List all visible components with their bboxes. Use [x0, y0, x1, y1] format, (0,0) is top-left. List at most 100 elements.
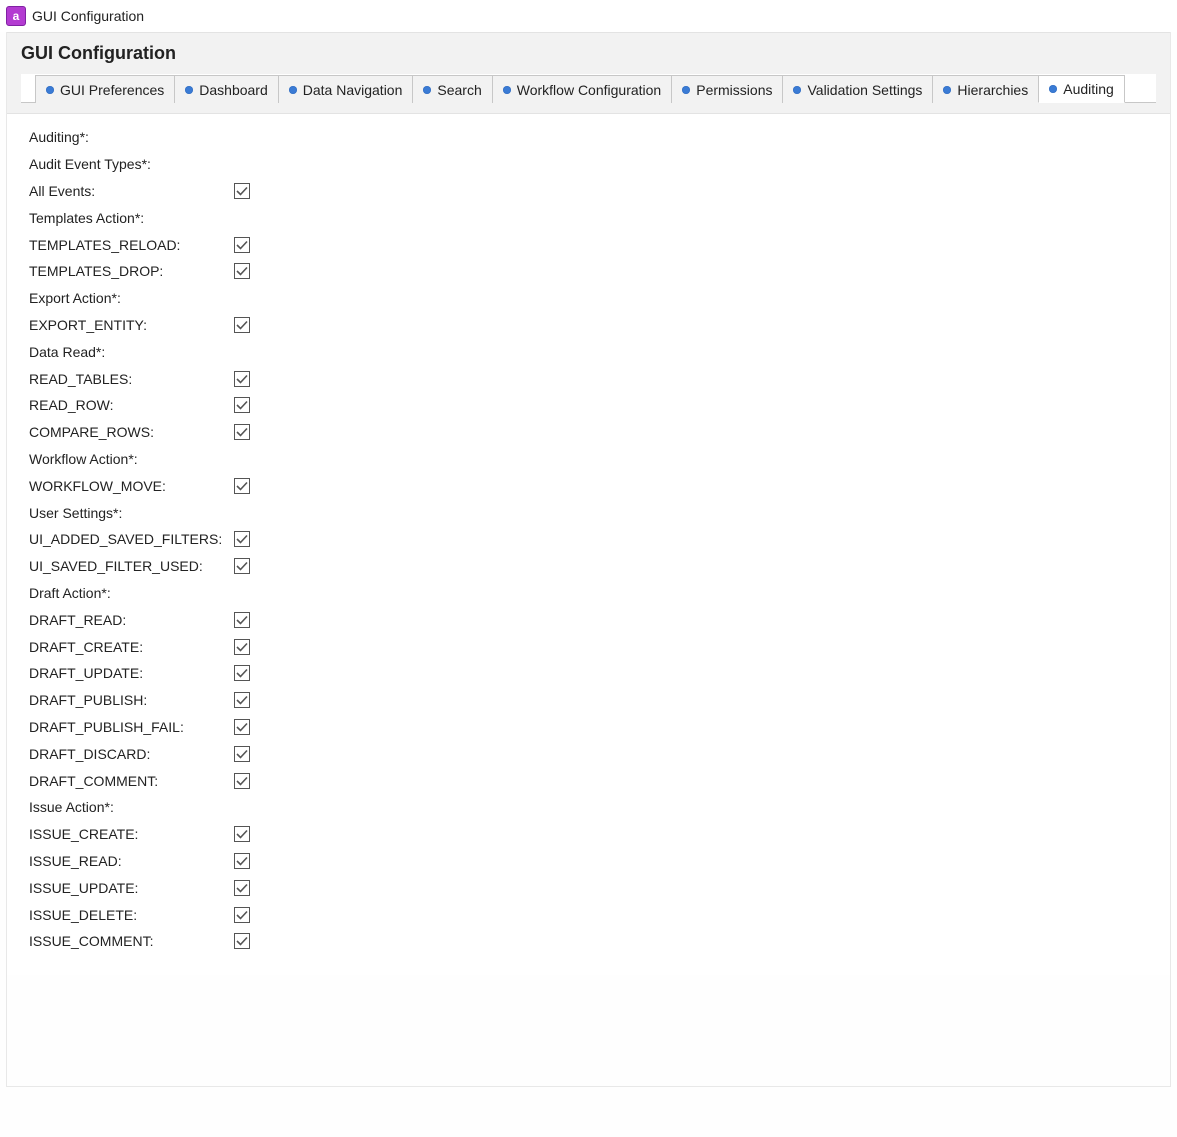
form-content: Auditing*: Audit Event Types*: All Events:… [7, 114, 1170, 975]
tab-dot-icon [423, 86, 431, 94]
checkbox-row-ui-added-saved-filters: UI_ADDED_SAVED_FILTERS: [29, 526, 1148, 553]
tab-gui-preferences[interactable]: GUI Preferences [35, 75, 175, 103]
checkbox-row-draft-publish: DRAFT_PUBLISH: [29, 687, 1148, 714]
checkbox-row-templates-reload: TEMPLATES_RELOAD: [29, 231, 1148, 258]
header-band: GUI Configuration GUI PreferencesDashboa… [7, 32, 1170, 114]
tab-permissions[interactable]: Permissions [671, 75, 783, 103]
checkbox-row-draft-update: DRAFT_UPDATE: [29, 660, 1148, 687]
section-label-row: Workflow Action*: [29, 446, 1148, 473]
checkbox-templates-reload[interactable] [234, 237, 250, 253]
tab-label: GUI Preferences [60, 82, 164, 98]
tab-label: Permissions [696, 82, 772, 98]
checkbox-row-compare-rows: COMPARE_ROWS: [29, 419, 1148, 446]
checkbox-row-ui-saved-filter-used: UI_SAVED_FILTER_USED: [29, 553, 1148, 580]
field-label: TEMPLATES_DROP: [29, 263, 234, 279]
field-label: READ_ROW: [29, 397, 234, 413]
tab-label: Workflow Configuration [517, 82, 661, 98]
section-label-row: Audit Event Types*: [29, 151, 1148, 178]
checkbox-compare-rows[interactable] [234, 424, 250, 440]
section-label-row: Auditing*: [29, 124, 1148, 151]
checkbox-row-draft-read: DRAFT_READ: [29, 606, 1148, 633]
tab-dot-icon [289, 86, 297, 94]
checkbox-row-read-row: READ_ROW: [29, 392, 1148, 419]
tab-data-navigation[interactable]: Data Navigation [278, 75, 414, 103]
checkbox-row-draft-create: DRAFT_CREATE: [29, 633, 1148, 660]
section-label: Workflow Action*: [29, 451, 234, 467]
section-label-row: Issue Action*: [29, 794, 1148, 821]
tab-label: Auditing [1063, 81, 1114, 97]
checkbox-issue-update[interactable] [234, 880, 250, 896]
checkbox-draft-publish[interactable] [234, 692, 250, 708]
section-label: Audit Event Types*: [29, 156, 234, 172]
tab-dot-icon [943, 86, 951, 94]
tab-workflow-configuration[interactable]: Workflow Configuration [492, 75, 672, 103]
checkbox-row-export-entity: EXPORT_ENTITY: [29, 312, 1148, 339]
checkbox-row-issue-update: ISSUE_UPDATE: [29, 874, 1148, 901]
tab-label: Dashboard [199, 82, 268, 98]
tab-label: Hierarchies [957, 82, 1028, 98]
section-label: Templates Action*: [29, 210, 234, 226]
section-label-row: User Settings*: [29, 499, 1148, 526]
field-label: UI_ADDED_SAVED_FILTERS: [29, 531, 234, 547]
checkbox-draft-discard[interactable] [234, 746, 250, 762]
checkbox-ui-added-saved-filters[interactable] [234, 531, 250, 547]
checkbox-draft-create[interactable] [234, 639, 250, 655]
checkbox-draft-publish-fail[interactable] [234, 719, 250, 735]
checkbox-row-draft-discard: DRAFT_DISCARD: [29, 740, 1148, 767]
checkbox-row-workflow-move: WORKFLOW_MOVE: [29, 472, 1148, 499]
section-label: User Settings*: [29, 505, 234, 521]
tab-auditing[interactable]: Auditing [1038, 75, 1125, 103]
field-label: DRAFT_DISCARD: [29, 746, 234, 762]
tab-dot-icon [503, 86, 511, 94]
checkbox-read-row[interactable] [234, 397, 250, 413]
checkbox-templates-drop[interactable] [234, 263, 250, 279]
checkbox-row-templates-drop: TEMPLATES_DROP: [29, 258, 1148, 285]
tab-dot-icon [682, 86, 690, 94]
field-label: ISSUE_CREATE: [29, 826, 234, 842]
field-label: READ_TABLES: [29, 371, 234, 387]
tab-label: Validation Settings [807, 82, 922, 98]
tab-validation-settings[interactable]: Validation Settings [782, 75, 933, 103]
tab-dot-icon [793, 86, 801, 94]
section-label-row: Draft Action*: [29, 580, 1148, 607]
field-label: WORKFLOW_MOVE: [29, 478, 234, 494]
checkbox-draft-update[interactable] [234, 665, 250, 681]
tab-dot-icon [46, 86, 54, 94]
window-title: GUI Configuration [32, 8, 144, 24]
section-label-row: Export Action*: [29, 285, 1148, 312]
tab-hierarchies[interactable]: Hierarchies [932, 75, 1039, 103]
checkbox-all-events[interactable] [234, 183, 250, 199]
checkbox-issue-delete[interactable] [234, 907, 250, 923]
checkbox-issue-read[interactable] [234, 853, 250, 869]
checkbox-issue-comment[interactable] [234, 933, 250, 949]
field-label: All Events: [29, 183, 234, 199]
checkbox-draft-read[interactable] [234, 612, 250, 628]
field-label: DRAFT_READ: [29, 612, 234, 628]
checkbox-draft-comment[interactable] [234, 773, 250, 789]
field-label: UI_SAVED_FILTER_USED: [29, 558, 234, 574]
main-panel: GUI Configuration GUI PreferencesDashboa… [6, 32, 1171, 1087]
field-label: ISSUE_UPDATE: [29, 880, 234, 896]
section-label: Data Read*: [29, 344, 234, 360]
tab-search[interactable]: Search [412, 75, 492, 103]
section-label: Draft Action*: [29, 585, 234, 601]
field-label: DRAFT_CREATE: [29, 639, 234, 655]
tab-dashboard[interactable]: Dashboard [174, 75, 279, 103]
checkbox-row-issue-read: ISSUE_READ: [29, 848, 1148, 875]
field-label: TEMPLATES_RELOAD: [29, 237, 234, 253]
checkbox-row-issue-create: ISSUE_CREATE: [29, 821, 1148, 848]
tab-row: GUI Preferences Dashboard Data NavigationS… [21, 74, 1156, 103]
section-label: Issue Action*: [29, 799, 234, 815]
section-label: Export Action*: [29, 290, 234, 306]
checkbox-ui-saved-filter-used[interactable] [234, 558, 250, 574]
app-icon: a [6, 6, 26, 26]
field-label: DRAFT_UPDATE: [29, 665, 234, 681]
checkbox-workflow-move[interactable] [234, 478, 250, 494]
checkbox-read-tables[interactable] [234, 371, 250, 387]
checkbox-issue-create[interactable] [234, 826, 250, 842]
section-label: Auditing*: [29, 129, 234, 145]
checkbox-export-entity[interactable] [234, 317, 250, 333]
checkbox-row-draft-publish-fail: DRAFT_PUBLISH_FAIL: [29, 714, 1148, 741]
field-label: EXPORT_ENTITY: [29, 317, 234, 333]
field-label: DRAFT_PUBLISH: [29, 692, 234, 708]
